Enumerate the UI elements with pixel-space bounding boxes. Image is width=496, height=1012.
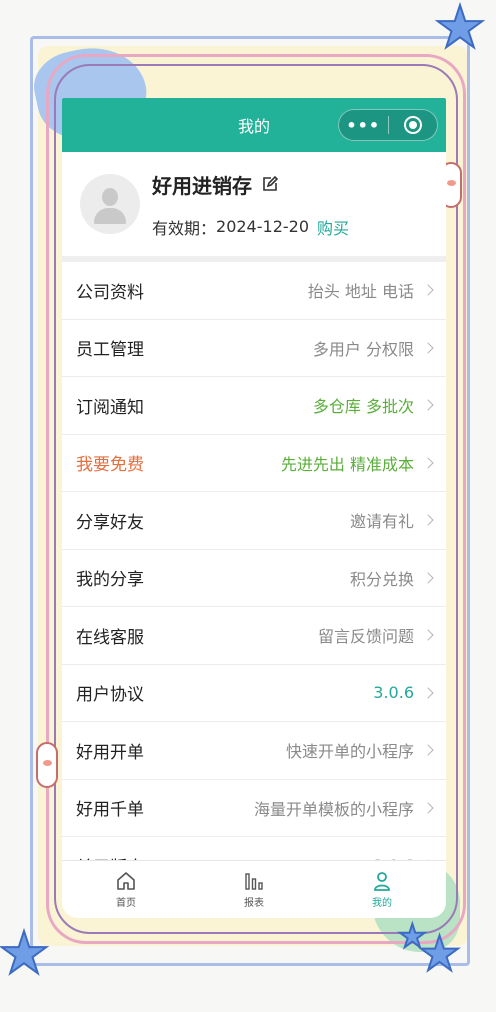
star-icon: ★ — [433, 0, 487, 61]
buy-link[interactable]: 购买 — [317, 215, 349, 239]
menu-item-hint: 邀请有礼 — [349, 512, 414, 532]
menu-item-staff[interactable]: 员工管理 多用户 分权限 — [62, 320, 446, 377]
menu-item-quick-order[interactable]: 好用开单 快速开单的小程序 — [62, 722, 446, 780]
company-row: 好用进销存 — [152, 170, 349, 199]
tab-reports[interactable]: 报表 — [190, 861, 318, 918]
bar-chart-icon — [245, 872, 263, 890]
menu-item-right: 抬头 地址 电话 — [307, 278, 434, 302]
menu-item-subscription[interactable]: 订阅通知 多仓库 多批次 — [62, 377, 446, 435]
menu-list: 公司资料 抬头 地址 电话 员工管理 多用户 分权限 订阅通知 多仓库 多批次 … — [62, 262, 446, 895]
menu-item-share-friends[interactable]: 分享好友 邀请有礼 — [62, 492, 446, 550]
menu-item-company-info[interactable]: 公司资料 抬头 地址 电话 — [62, 262, 446, 320]
profile-info: 好用进销存 有效期： 2024-12-20 购买 — [152, 170, 349, 239]
menu-item-free[interactable]: 我要免费 先进先出 精准成本 — [62, 435, 446, 492]
menu-item-label: 公司资料 — [76, 282, 144, 303]
menu-item-label: 我要免费 — [76, 455, 144, 476]
tab-label: 我的 — [372, 897, 392, 909]
menu-item-right: 留言反馈问题 — [317, 623, 434, 647]
menu-item-label: 好用开单 — [76, 742, 144, 763]
close-button[interactable] — [389, 116, 438, 134]
chevron-right-icon — [422, 342, 434, 354]
menu-item-label: 分享好友 — [76, 512, 144, 533]
company-name: 好用进销存 — [152, 173, 252, 198]
star-icon: ★ — [0, 919, 51, 987]
avatar-head — [102, 188, 118, 206]
chevron-right-icon — [422, 744, 434, 756]
menu-item-label: 订阅通知 — [76, 397, 144, 418]
page-title: 我的 — [237, 117, 270, 136]
user-icon — [374, 871, 390, 891]
chevron-right-icon — [422, 687, 434, 699]
edit-icon[interactable] — [262, 176, 278, 192]
menu-item-support[interactable]: 在线客服 留言反馈问题 — [62, 607, 446, 665]
tab-mine[interactable]: 我的 — [318, 861, 446, 918]
phone-screen: 我的 ••• 好用进销存 有效期： 2024-12-20 购买 公司资料 抬头 … — [62, 98, 446, 918]
menu-item-hint: 海量开单模板的小程序 — [253, 799, 414, 819]
chevron-right-icon — [422, 629, 434, 641]
validity-date: 2024-12-20 — [216, 217, 309, 236]
menu-item-label: 用户协议 — [76, 685, 144, 706]
profile-card: 好用进销存 有效期： 2024-12-20 购买 — [62, 152, 446, 256]
chevron-right-icon — [422, 572, 434, 584]
menu-item-right: 3.0.6 — [373, 683, 434, 703]
menu-item-hint: 抬头 地址 电话 — [307, 282, 414, 302]
home-icon — [117, 871, 135, 890]
menu-item-hint: 多用户 分权限 — [312, 339, 414, 359]
chevron-right-icon — [422, 284, 434, 296]
menu-item-hint: 先进先出 精准成本 — [280, 454, 414, 474]
tab-home[interactable]: 首页 — [62, 861, 190, 918]
menu-item-agreement[interactable]: 用户协议 3.0.6 — [62, 665, 446, 722]
menu-item-label: 员工管理 — [76, 340, 144, 361]
menu-item-hint: 3.0.6 — [373, 683, 414, 703]
validity-label: 有效期： — [152, 218, 217, 238]
menu-item-templates[interactable]: 好用千单 海量开单模板的小程序 — [62, 780, 446, 837]
tab-label: 报表 — [244, 897, 264, 909]
menu-item-right: 快速开单的小程序 — [285, 738, 434, 762]
navbar: 我的 ••• — [62, 98, 446, 152]
menu-item-label: 在线客服 — [76, 627, 144, 648]
menu-item-right: 海量开单模板的小程序 — [253, 796, 434, 820]
target-icon — [403, 116, 422, 134]
more-button[interactable]: ••• — [339, 116, 388, 135]
tab-label: 首页 — [116, 897, 136, 909]
chevron-right-icon — [422, 802, 434, 814]
menu-item-right: 邀请有礼 — [349, 508, 434, 532]
mini-program-capsule: ••• — [338, 109, 438, 141]
menu-item-hint: 多仓库 多批次 — [312, 397, 414, 417]
menu-item-label: 我的分享 — [76, 570, 144, 591]
avatar-shoulders — [94, 208, 126, 224]
chevron-right-icon — [422, 457, 434, 469]
menu-item-hint: 积分兑换 — [349, 569, 414, 589]
menu-item-my-share[interactable]: 我的分享 积分兑换 — [62, 550, 446, 607]
chevron-right-icon — [422, 399, 434, 411]
decorative-face — [36, 742, 58, 788]
menu-item-hint: 快速开单的小程序 — [285, 742, 414, 762]
more-dots-icon: ••• — [346, 115, 381, 135]
avatar[interactable] — [80, 174, 140, 234]
menu-item-right: 多用户 分权限 — [312, 336, 434, 360]
menu-item-right: 先进先出 精准成本 — [280, 451, 434, 475]
chevron-right-icon — [422, 514, 434, 526]
menu-item-hint: 留言反馈问题 — [317, 627, 414, 647]
validity-row: 有效期： 2024-12-20 购买 — [152, 215, 349, 239]
menu-item-label: 好用千单 — [76, 800, 144, 821]
star-icon: ★ — [397, 917, 428, 955]
menu-item-right: 积分兑换 — [349, 566, 434, 590]
menu-item-right: 多仓库 多批次 — [312, 393, 434, 417]
tab-bar: 首页 报表 我的 — [62, 860, 446, 918]
